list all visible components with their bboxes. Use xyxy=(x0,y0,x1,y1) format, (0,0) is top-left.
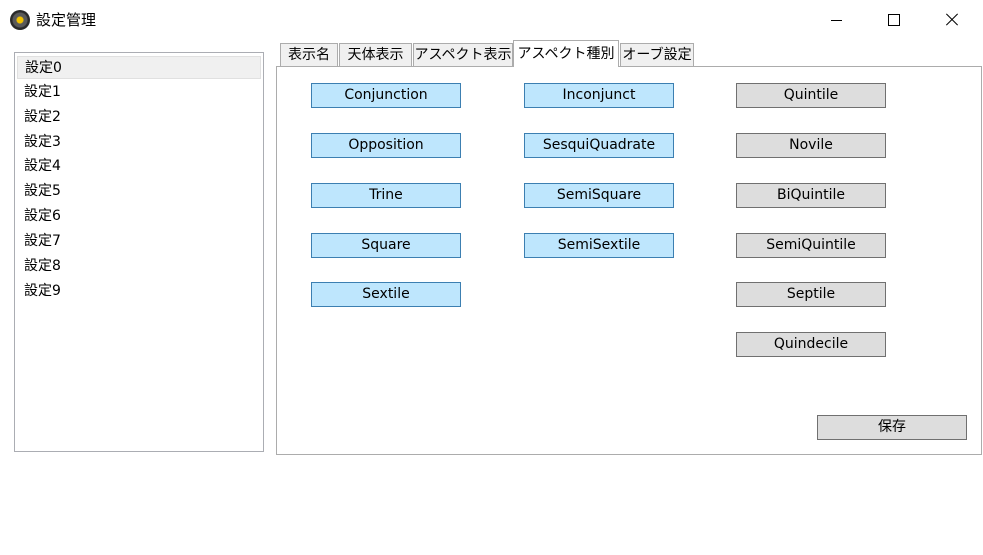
opposition-toggle-button[interactable]: Opposition xyxy=(311,133,461,158)
quindecile-toggle-button[interactable]: Quindecile xyxy=(736,332,886,357)
septile-toggle-button[interactable]: Septile xyxy=(736,282,886,307)
semiquintile-toggle-button[interactable]: SemiQuintile xyxy=(736,233,886,258)
minimize-button[interactable] xyxy=(807,0,865,40)
list-item-setting-0[interactable]: 設定0 xyxy=(17,56,261,79)
trine-toggle-button[interactable]: Trine xyxy=(311,183,461,208)
aspect-types-panel: Conjunction Opposition Trine Square Sext… xyxy=(276,66,982,455)
list-item-setting-1[interactable]: 設定1 xyxy=(17,81,261,104)
list-item-setting-7[interactable]: 設定7 xyxy=(17,230,261,253)
close-button[interactable] xyxy=(923,0,981,40)
save-button[interactable]: 保存 xyxy=(817,415,967,440)
app-icon xyxy=(10,10,30,30)
close-icon xyxy=(945,13,959,27)
semisquare-toggle-button[interactable]: SemiSquare xyxy=(524,183,674,208)
novile-toggle-button[interactable]: Novile xyxy=(736,133,886,158)
semisextile-toggle-button[interactable]: SemiSextile xyxy=(524,233,674,258)
tab-aspect-types[interactable]: アスペクト種別 xyxy=(513,40,619,67)
maximize-icon xyxy=(888,14,900,26)
tab-orb-settings[interactable]: オーブ設定 xyxy=(620,43,694,66)
list-item-setting-5[interactable]: 設定5 xyxy=(17,180,261,203)
tab-display-name[interactable]: 表示名 xyxy=(280,43,338,66)
list-item-setting-6[interactable]: 設定6 xyxy=(17,205,261,228)
list-item-setting-4[interactable]: 設定4 xyxy=(17,155,261,178)
title-bar: 設定管理 xyxy=(0,0,983,40)
conjunction-toggle-button[interactable]: Conjunction xyxy=(311,83,461,108)
biquintile-toggle-button[interactable]: BiQuintile xyxy=(736,183,886,208)
list-item-setting-3[interactable]: 設定3 xyxy=(17,131,261,154)
list-item-setting-2[interactable]: 設定2 xyxy=(17,106,261,129)
tab-planet-display[interactable]: 天体表示 xyxy=(339,43,412,66)
inconjunct-toggle-button[interactable]: Inconjunct xyxy=(524,83,674,108)
list-item-setting-8[interactable]: 設定8 xyxy=(17,255,261,278)
sesquiquadrate-toggle-button[interactable]: SesquiQuadrate xyxy=(524,133,674,158)
sextile-toggle-button[interactable]: Sextile xyxy=(311,282,461,307)
square-toggle-button[interactable]: Square xyxy=(311,233,461,258)
minimize-icon xyxy=(830,19,842,21)
tab-aspect-display[interactable]: アスペクト表示 xyxy=(413,43,513,66)
list-item-setting-9[interactable]: 設定9 xyxy=(17,280,261,303)
quintile-toggle-button[interactable]: Quintile xyxy=(736,83,886,108)
settings-list[interactable]: 設定0 設定1 設定2 設定3 設定4 設定5 設定6 設定7 設定8 設定9 xyxy=(14,52,264,452)
maximize-button[interactable] xyxy=(865,0,923,40)
window-title: 設定管理 xyxy=(36,11,97,29)
